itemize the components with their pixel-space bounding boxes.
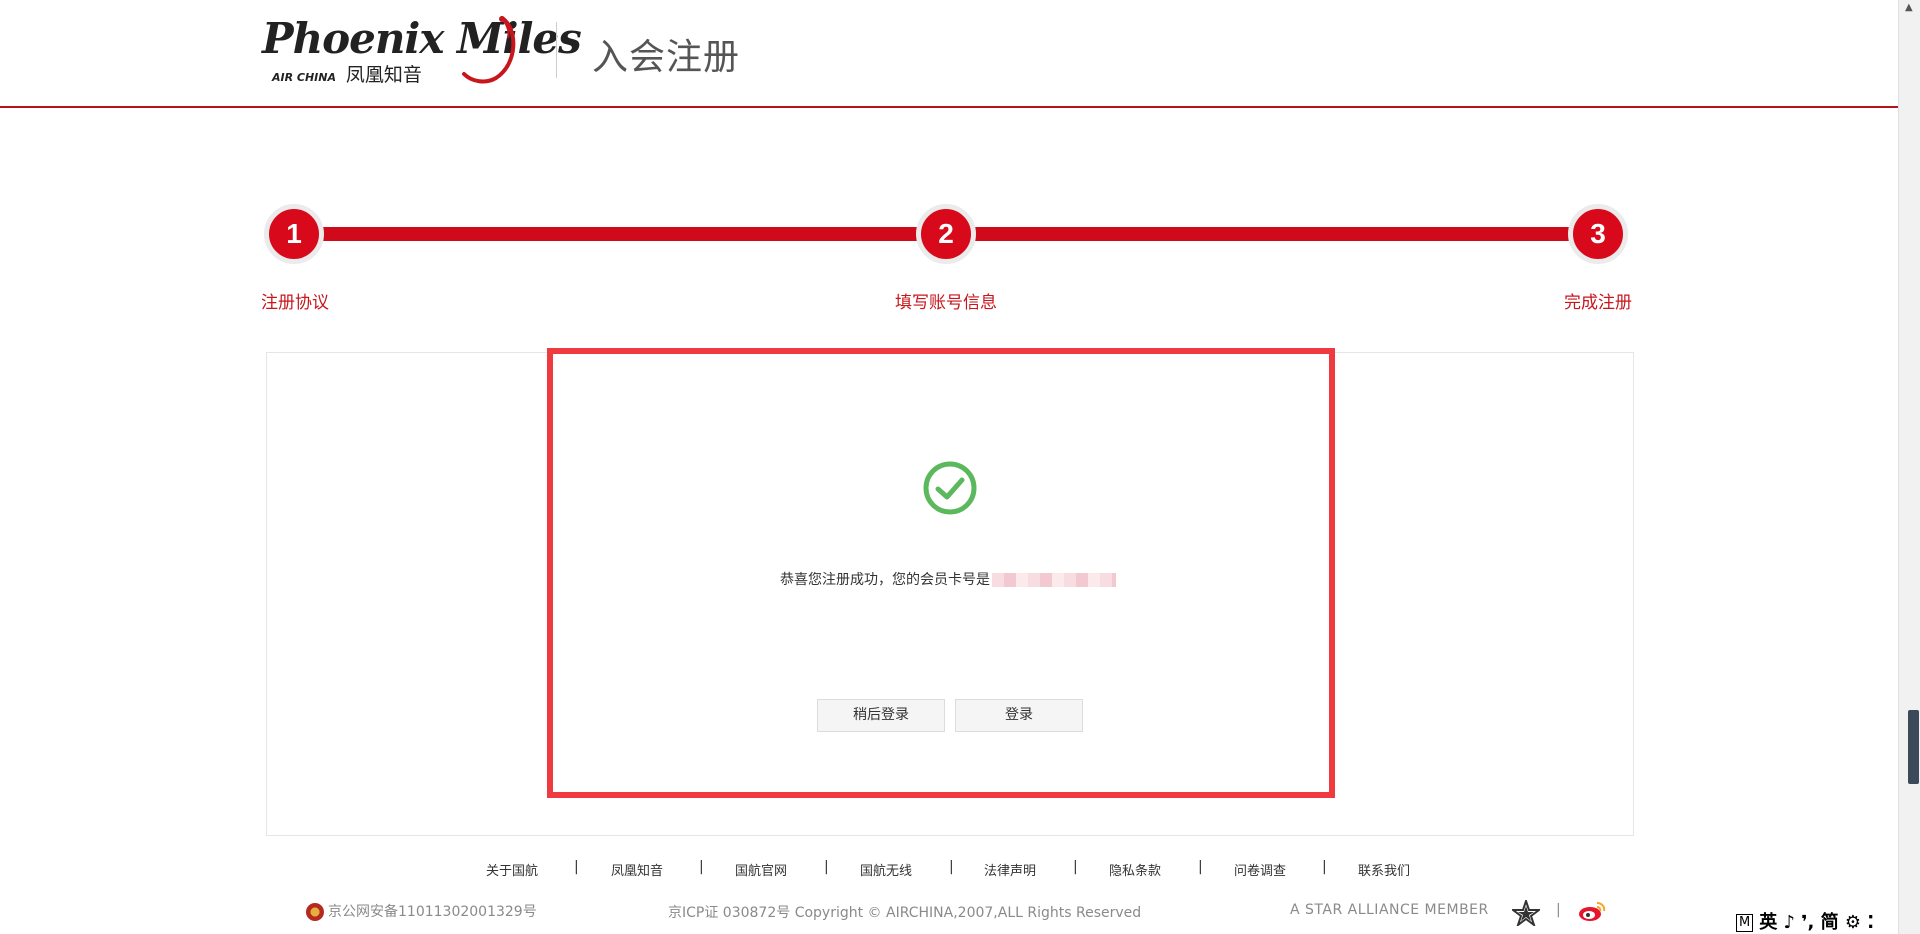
footer-link-wireless[interactable]: 国航无线 [860,860,912,879]
success-message-text: 恭喜您注册成功，您的会员卡号是 [780,572,990,588]
footer-separator: | [1198,859,1203,875]
scroll-up-arrow-icon[interactable]: ▲ [1905,2,1913,13]
footer-separator: | [574,859,579,875]
success-message: 恭喜您注册成功，您的会员卡号是 [780,569,1116,589]
footer-separator: | [824,859,829,875]
member-card-number-masked [992,573,1116,587]
step-3-circle: 3 [1568,204,1628,264]
ime-toolbar[interactable]: M 英 ♪ ❜, 简 ⚙ ⁚ [1736,908,1875,933]
footer-separator: | [1073,859,1078,875]
copyright-text: 京ICP证 030872号 Copyright © AIRCHINA,2007,… [668,905,1142,921]
scrollbar-thumb[interactable] [1908,710,1919,784]
footer-link-survey[interactable]: 问卷调查 [1234,860,1286,879]
police-record[interactable]: 京公网安备11011302001329号 [306,901,537,921]
footer-link-phoenixmiles[interactable]: 凤凰知音 [611,860,663,879]
login-button[interactable]: 登录 [955,699,1083,732]
ime-mode-box[interactable]: M [1736,914,1754,932]
police-record-text: 京公网安备11011302001329号 [328,904,537,920]
ime-status-text[interactable]: 英 ♪ ❜, 简 ⚙ ⁚ [1759,912,1874,933]
footer-link-contact[interactable]: 联系我们 [1358,860,1410,879]
footer-link-privacy[interactable]: 隐私条款 [1109,860,1161,879]
phoenix-miles-logo[interactable]: Phoenix Miles AIR CHINA 凤凰知音 [262,14,582,87]
header-divider [556,22,557,78]
footer-links: 关于国航 | 凤凰知音 | 国航官网 | 国航无线 | 法律声明 | 隐私条款 … [0,859,1898,880]
header: Phoenix Miles AIR CHINA 凤凰知音 入会注册 [0,0,1898,108]
footer-separator: | [699,859,704,875]
step-3-label: 完成注册 [1564,293,1632,313]
page: Phoenix Miles AIR CHINA 凤凰知音 入会注册 1 2 3 … [0,0,1920,934]
footer-separator: | [1322,859,1327,875]
logo-airline-text: AIR CHINA [272,71,336,84]
step-1-label: 注册协议 [261,293,329,313]
logo-script-text: Phoenix Miles [262,14,582,63]
footer-bottom: 京公网安备11011302001329号 京ICP证 030872号 Copyr… [0,900,1898,926]
star-alliance-text: A STAR ALLIANCE MEMBER [1290,902,1489,918]
footer-separator: | [949,859,954,875]
step-2-circle: 2 [916,204,976,264]
step-1-circle: 1 [264,204,324,264]
logo-subtitle: AIR CHINA 凤凰知音 [272,60,422,87]
logo-cn-text: 凤凰知音 [345,64,422,86]
police-badge-icon [306,903,324,921]
step-2-label: 填写账号信息 [895,293,997,313]
check-circle-icon [923,461,977,515]
registration-steps: 1 2 3 注册协议 填写账号信息 完成注册 [250,196,1650,316]
star-alliance-icon[interactable] [1512,900,1540,926]
footer-separator: | [1556,902,1561,918]
phoenix-swirl-icon [462,16,516,84]
login-later-button[interactable]: 稍后登录 [817,699,945,732]
footer-link-about[interactable]: 关于国航 [486,860,538,879]
page-title: 入会注册 [592,37,741,78]
weibo-icon[interactable] [1578,900,1606,922]
footer-link-legal[interactable]: 法律声明 [984,860,1036,879]
footer-link-official-site[interactable]: 国航官网 [735,860,787,879]
vertical-scrollbar[interactable]: ▲ [1898,0,1920,934]
